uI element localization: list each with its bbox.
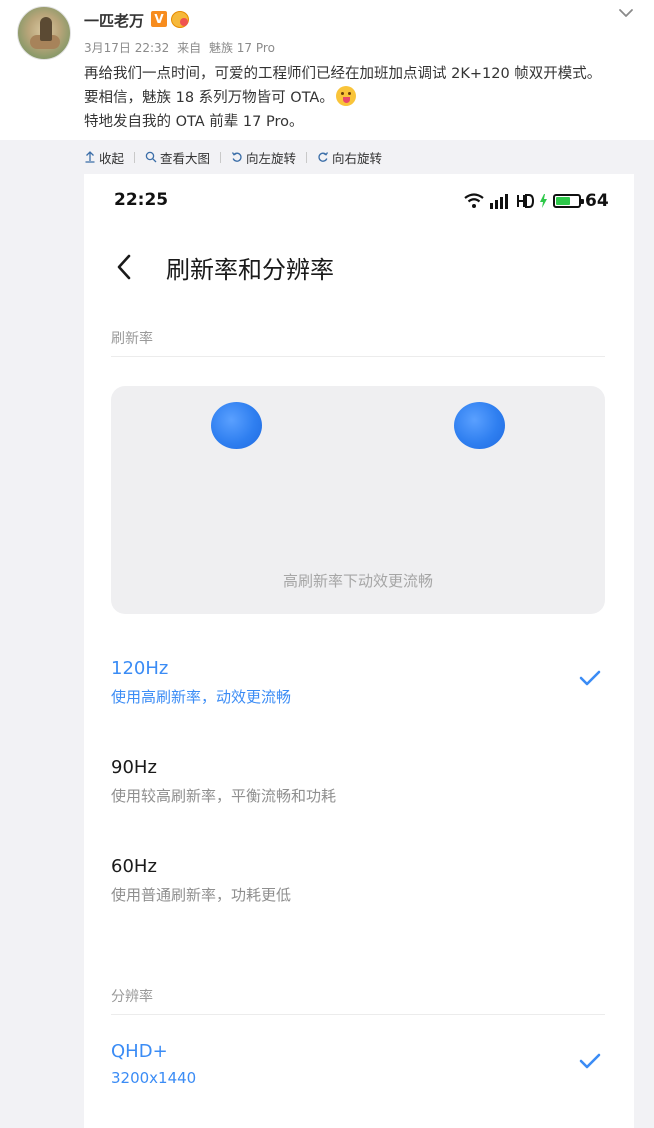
post-body: 再给我们一点时间，可爱的工程师们已经在加班加点调试 2K+120 帧双开模式。 … [84, 62, 601, 134]
status-bar-time: 22:25 [114, 190, 169, 210]
collapse-label: 收起 [99, 150, 125, 166]
image-toolbar: 收起 查看大图 向左旋转 向右旋转 [84, 148, 382, 166]
section-divider [111, 356, 605, 357]
username[interactable]: 一匹老万 [84, 10, 144, 31]
battery-level: 64 [585, 191, 609, 211]
post-text-line-2-text: 要相信，魅族 18 系列万物皆可 OTA。 [84, 90, 334, 106]
avatar-rider-shape [40, 17, 52, 41]
option-title: 120Hz [111, 658, 169, 679]
resolution-section-label: 分辨率 [111, 989, 153, 1005]
battery-icon [553, 194, 584, 208]
rotate-right-icon [318, 152, 329, 162]
post-date[interactable]: 3月17日 22:32 [84, 41, 169, 55]
post-source-prefix: 来自 [177, 41, 202, 55]
hd-icon [517, 194, 534, 208]
post-text-line-3: 特地发自我的 OTA 前辈 17 Pro。 [84, 114, 304, 130]
user-avatar[interactable] [17, 6, 71, 60]
post-source-device[interactable]: 魅族 17 Pro [209, 41, 275, 55]
option-title: QHD+ [111, 1041, 168, 1062]
chevron-down-icon[interactable] [617, 6, 635, 20]
verified-badge-icon: V [151, 11, 167, 27]
refresh-option-120hz[interactable]: 120Hz 使用高刷新率，动效更流畅 [111, 658, 605, 718]
rotate-left-button[interactable]: 向左旋转 [231, 148, 296, 167]
rotate-left-label: 向左旋转 [246, 150, 297, 166]
refresh-option-90hz[interactable]: 90Hz 使用较高刷新率，平衡流畅和功耗 [111, 757, 605, 817]
status-bar-icons: 64 [459, 190, 609, 212]
weibo-post-header: 一匹老万 V 3月17日 22:32 来自 魅族 17 Pro 再给我们一点时间… [0, 0, 654, 140]
view-large-button[interactable]: 查看大图 [145, 148, 210, 167]
section-divider [111, 1014, 605, 1015]
option-subtitle: 3200x1440 [111, 1069, 197, 1087]
toolbar-divider [220, 151, 222, 163]
signal-icon [490, 194, 508, 209]
preview-ball-right [454, 402, 505, 449]
collapse-button[interactable]: 收起 [84, 148, 124, 167]
option-subtitle: 使用普通刷新率，功耗更低 [111, 886, 292, 904]
collapse-arrow-icon [85, 151, 95, 163]
member-badge-icon [171, 11, 189, 28]
rotate-left-icon [231, 152, 242, 162]
refresh-rate-section-label: 刷新率 [111, 331, 153, 347]
wifi-icon [464, 193, 484, 208]
checkmark-icon [579, 670, 601, 686]
preview-ball-left [211, 402, 262, 449]
option-title: 60Hz [111, 856, 157, 877]
post-text-line-1: 再给我们一点时间，可爱的工程师们已经在加班加点调试 2K+120 帧双开模式。 [84, 66, 602, 82]
phone-screenshot[interactable]: 22:25 64 刷新率和分辨率 刷新率 高刷新率下动效更流畅 120Hz 使用… [84, 174, 634, 1128]
view-large-label: 查看大图 [160, 150, 211, 166]
charging-icon [540, 194, 547, 208]
refresh-option-60hz[interactable]: 60Hz 使用普通刷新率，功耗更低 [111, 856, 605, 916]
toolbar-divider [306, 151, 308, 163]
rotate-right-label: 向右旋转 [332, 150, 383, 166]
back-arrow-icon[interactable] [114, 252, 134, 282]
preview-caption: 高刷新率下动效更流畅 [282, 572, 433, 590]
battery-fill [556, 197, 571, 205]
option-subtitle: 使用较高刷新率，平衡流畅和功耗 [111, 787, 337, 805]
post-meta: 3月17日 22:32 来自 魅族 17 Pro [84, 39, 279, 56]
refresh-rate-preview: 高刷新率下动效更流畅 [111, 386, 605, 614]
rotate-right-button[interactable]: 向右旋转 [317, 148, 382, 167]
option-title: 90Hz [111, 757, 157, 778]
post-text-line-2: 要相信，魅族 18 系列万物皆可 OTA。 [84, 86, 601, 110]
tongue-emoji-icon [335, 86, 356, 106]
option-subtitle: 使用高刷新率，动效更流畅 [111, 688, 292, 706]
resolution-option-qhd[interactable]: QHD+ 3200x1440 [111, 1041, 605, 1101]
toolbar-divider [134, 151, 136, 163]
page-title: 刷新率和分辨率 [166, 256, 334, 284]
checkmark-icon [579, 1053, 601, 1069]
magnifier-icon [145, 151, 157, 163]
